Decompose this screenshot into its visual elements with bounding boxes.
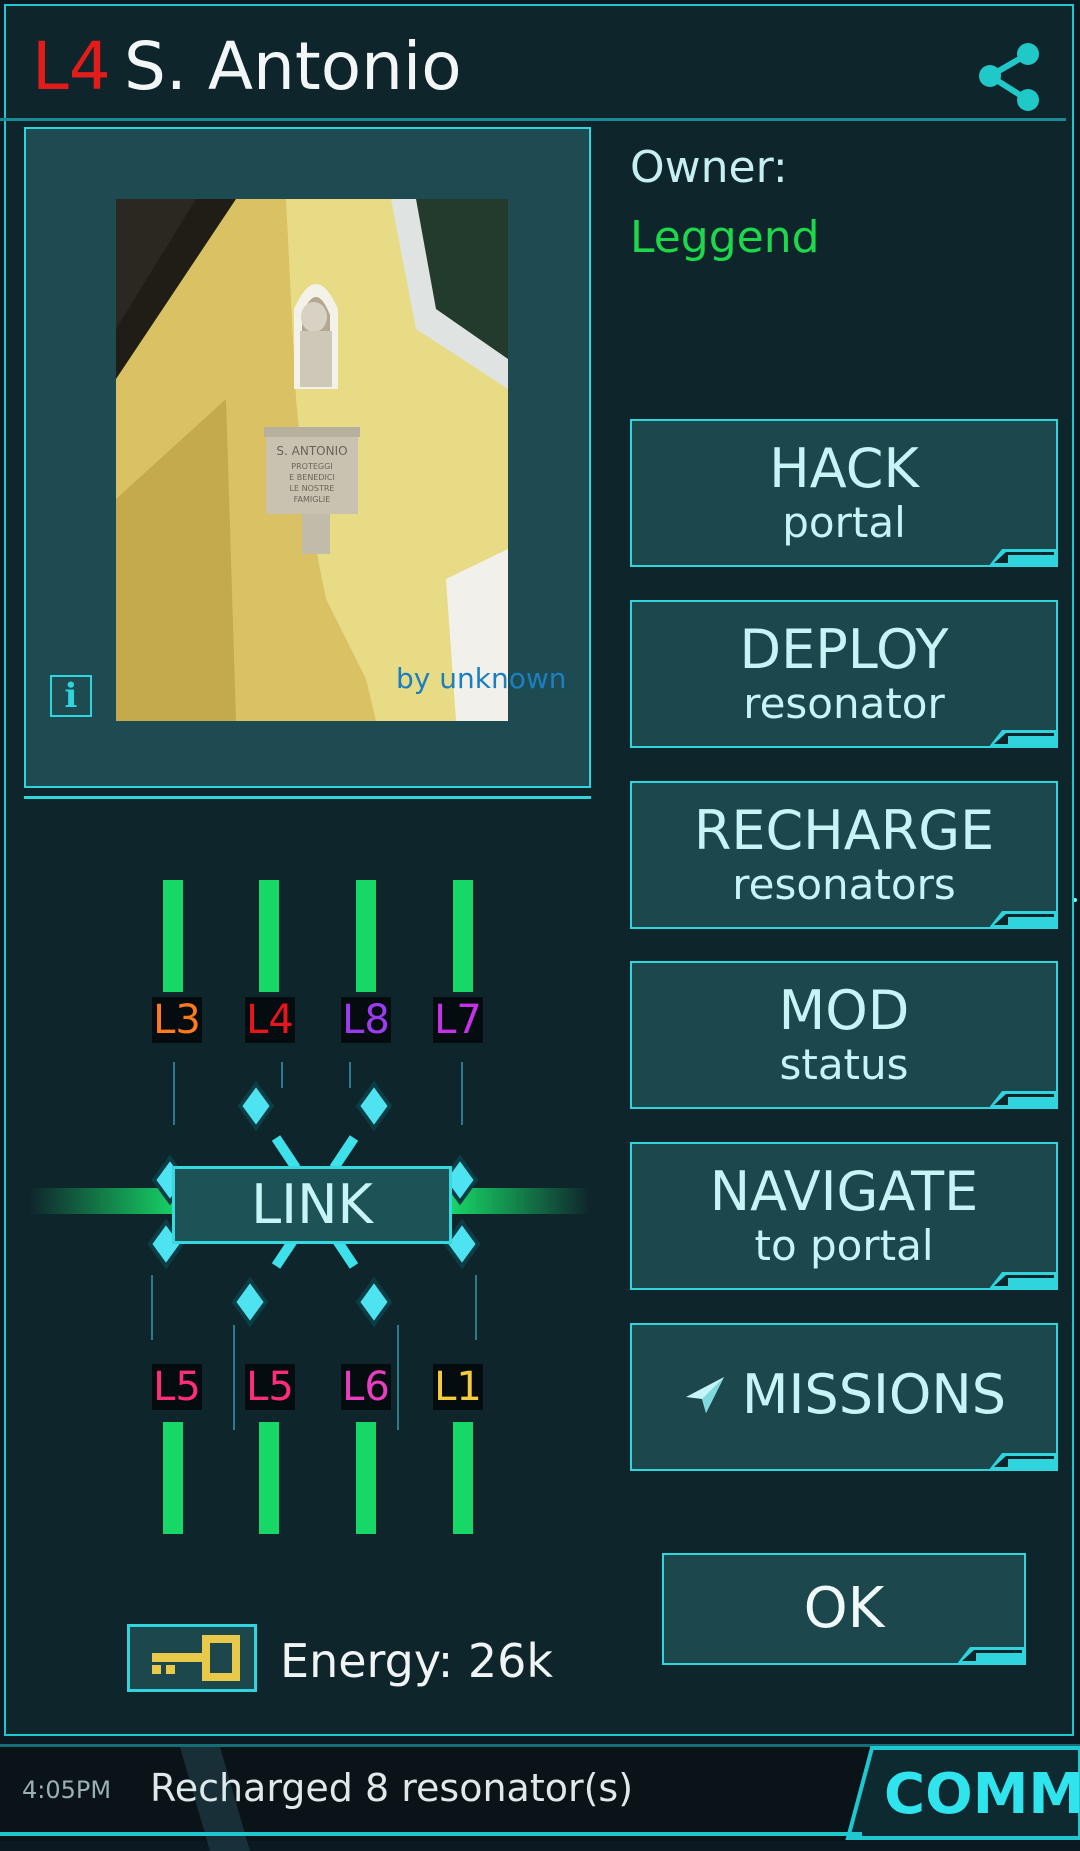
mod-status-button[interactable]: MOD status <box>630 961 1058 1109</box>
portal-photo[interactable]: S. ANTONIO PROTEGGI E BENEDICI LE NOSTRE… <box>116 199 508 721</box>
corner-accent <box>988 1091 1058 1109</box>
info-icon[interactable]: i <box>50 675 92 717</box>
resonator-level[interactable]: L1 <box>433 1364 483 1410</box>
button-sublabel: portal <box>782 498 906 547</box>
photo-divider <box>24 796 591 799</box>
button-label: MISSIONS <box>741 1363 1007 1426</box>
button-label: HACK <box>769 437 919 500</box>
resonator-energy-bar <box>163 880 183 992</box>
resonator-level[interactable]: L3 <box>152 997 202 1043</box>
resonator-level[interactable]: L5 <box>152 1364 202 1410</box>
button-label: RECHARGE <box>693 799 995 862</box>
resonator-energy-bar <box>259 1422 279 1534</box>
navigate-to-portal-button[interactable]: NAVIGATE to portal <box>630 1142 1058 1290</box>
resonator-level[interactable]: L6 <box>341 1364 391 1410</box>
resonator-energy-bar <box>453 880 473 992</box>
resonator-energy-bar <box>453 1422 473 1534</box>
corner-accent <box>988 1453 1058 1471</box>
ok-label: OK <box>803 1576 885 1641</box>
corner-accent <box>988 911 1058 929</box>
svg-text:FAMIGLIE: FAMIGLIE <box>294 495 331 504</box>
resonator-level[interactable]: L7 <box>433 997 483 1043</box>
owner-name[interactable]: Leggend <box>630 212 820 263</box>
status-time: 4:05PM <box>22 1776 112 1804</box>
portal-header: L4 S. Antonio <box>6 6 1076 124</box>
resonator-energy-bar <box>356 880 376 992</box>
svg-text:LE NOSTRE: LE NOSTRE <box>290 484 335 493</box>
status-message: Recharged 8 resonator(s) <box>150 1766 634 1810</box>
missions-icon <box>685 1377 724 1413</box>
button-label: NAVIGATE <box>709 1160 979 1223</box>
resonator-level[interactable]: L8 <box>341 997 391 1043</box>
resonator-energy-bar <box>259 880 279 992</box>
button-sublabel: status <box>779 1040 909 1089</box>
svg-text:E BENEDICI: E BENEDICI <box>289 473 335 482</box>
portal-level: L4 <box>32 28 111 105</box>
corner-accent <box>956 1647 1026 1665</box>
resonator-energy-bar <box>356 1422 376 1534</box>
deploy-resonator-button[interactable]: DEPLOY resonator <box>630 600 1058 748</box>
recharge-resonators-button[interactable]: RECHARGE resonators <box>630 781 1058 929</box>
share-icon[interactable] <box>974 38 1046 118</box>
button-label: DEPLOY <box>739 618 949 681</box>
missions-row: MISSIONS <box>632 1367 1056 1423</box>
hack-portal-button[interactable]: HACK portal <box>630 419 1058 567</box>
resonator-level[interactable]: L5 <box>245 1364 295 1410</box>
owner-label: Owner: <box>630 142 788 193</box>
corner-accent <box>988 549 1058 567</box>
corner-accent <box>988 1272 1058 1290</box>
energy-readout: Energy: 26k <box>280 1634 553 1688</box>
link-button[interactable]: LINK <box>172 1166 452 1244</box>
button-sublabel: to portal <box>754 1221 934 1270</box>
ok-button[interactable]: OK <box>662 1553 1026 1665</box>
missions-button[interactable]: MISSIONS <box>630 1323 1058 1471</box>
photo-credit: by unknown <box>396 662 567 695</box>
button-sublabel: resonator <box>743 679 945 728</box>
button-label: MOD <box>778 979 910 1042</box>
svg-text:S. ANTONIO: S. ANTONIO <box>276 444 347 458</box>
button-sublabel: resonators <box>732 860 956 909</box>
corner-accent <box>988 730 1058 748</box>
key-button[interactable] <box>127 1624 257 1692</box>
portal-title: S. Antonio <box>124 28 462 105</box>
header-divider <box>0 118 1066 121</box>
resonator-level[interactable]: L4 <box>245 997 295 1043</box>
svg-text:PROTEGGI: PROTEGGI <box>291 462 332 471</box>
comm-button[interactable]: COMM <box>884 1762 1080 1827</box>
resonator-energy-bar <box>163 1422 183 1534</box>
key-icon <box>152 1635 240 1681</box>
